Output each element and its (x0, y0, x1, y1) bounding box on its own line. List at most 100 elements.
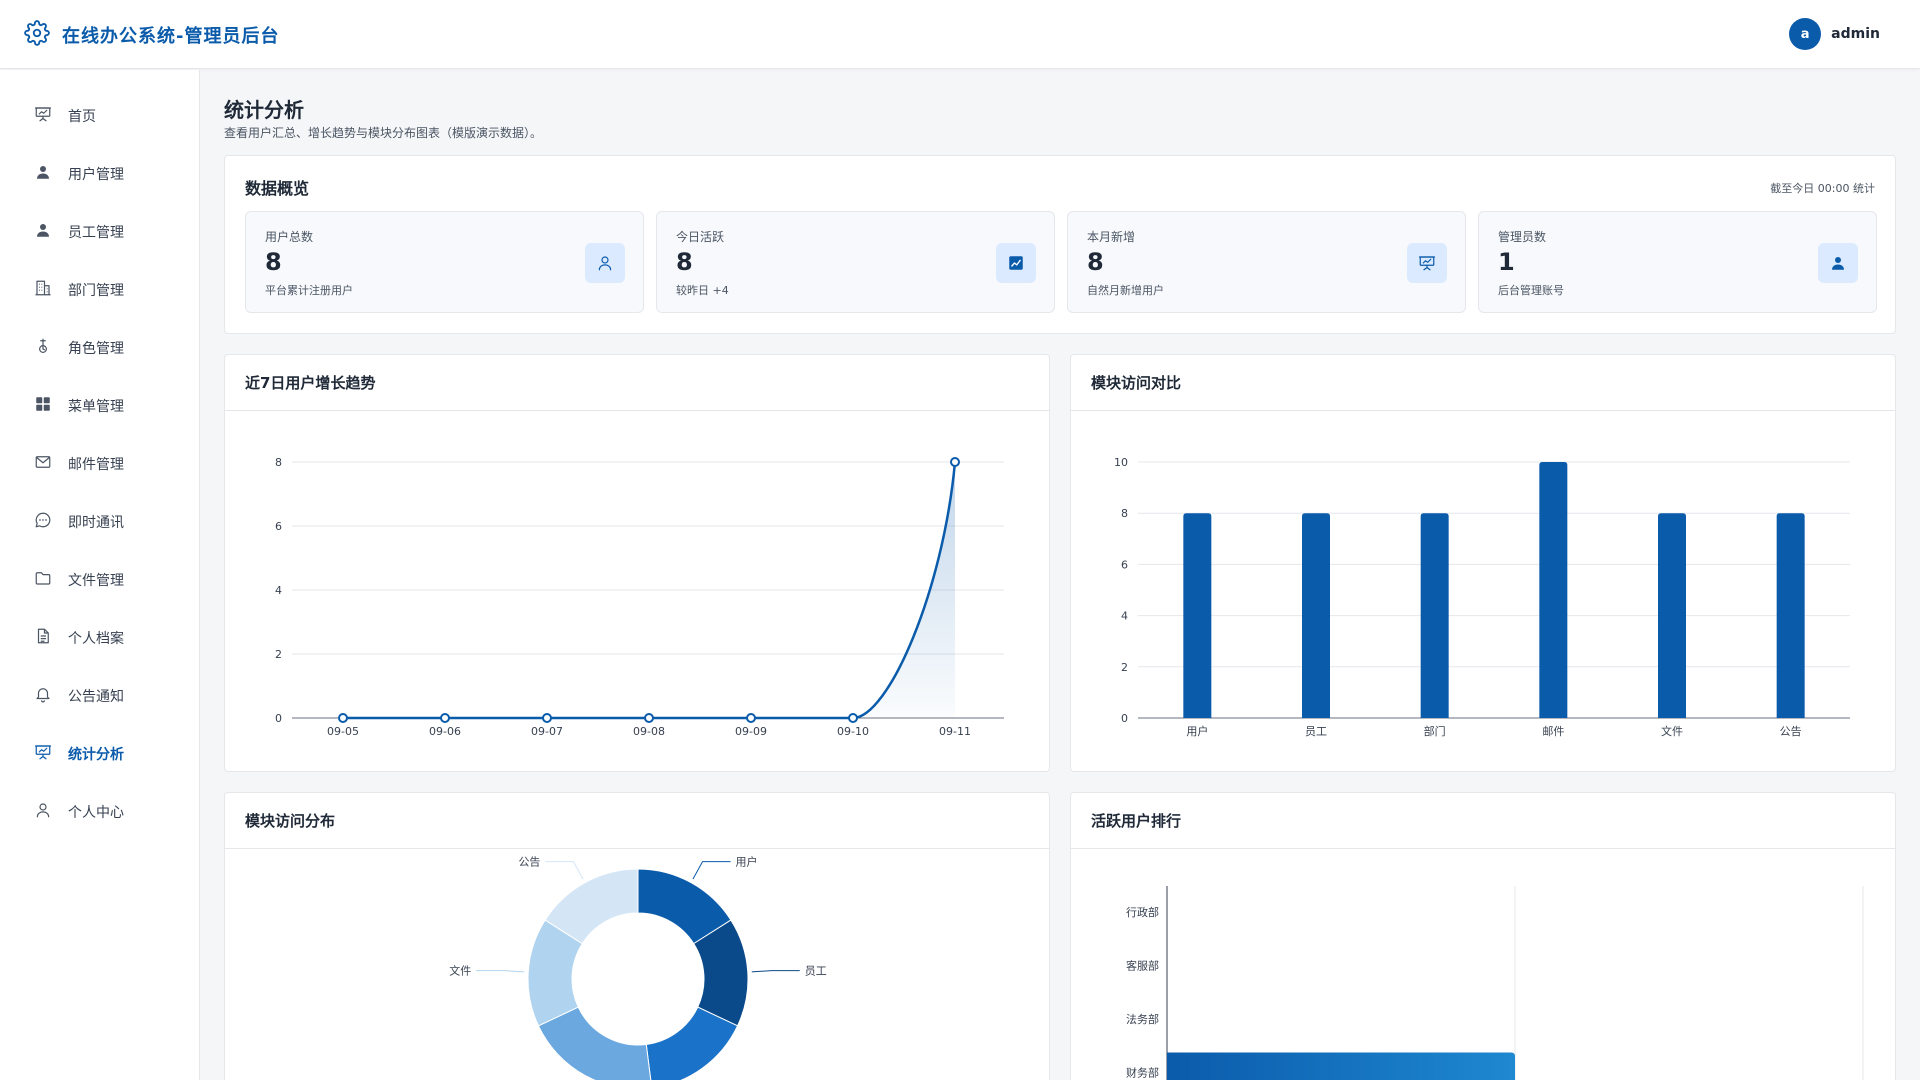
bar (1420, 513, 1449, 718)
sidebar-item[interactable]: 公告通知 (0, 667, 199, 725)
bar-chart[interactable]: 0 2 4 6 8 10 用户 员工 部门 邮件 文件 公告 (1071, 411, 1897, 773)
slice-label: 公告 (518, 856, 540, 869)
stat-desc: 自然月新增用户 (1087, 284, 1164, 297)
data-point (338, 713, 348, 723)
sidebar-item[interactable]: 部门管理 (0, 261, 199, 319)
sidebar-item-label: 用户管理 (68, 167, 124, 183)
data-point (440, 713, 450, 723)
sidebar-item-label: 个人中心 (68, 805, 124, 821)
sidebar-item[interactable]: 菜单管理 (0, 377, 199, 435)
stat-label: 用户总数 (265, 230, 314, 244)
stat-value: 8 (676, 248, 693, 276)
y-tick-label: 行政部 (1126, 905, 1159, 919)
stat-desc: 较昨日 +4 (676, 284, 729, 297)
y-tick-label: 0 (275, 712, 282, 725)
x-tick-label: 用户 (1186, 724, 1208, 738)
stat-label: 今日活跃 (676, 230, 725, 244)
stat-card[interactable]: 今日活跃 8 较昨日 +4 (656, 211, 1055, 313)
stat-card[interactable]: 管理员数 1 后台管理账号 (1478, 211, 1877, 313)
sidebar-item-label: 个人档案 (68, 631, 124, 647)
y-tick-label: 8 (275, 456, 282, 469)
donut-chart-card: 模块访问分布 用户 员工 文件 公告 (224, 792, 1050, 1080)
chart-title: 模块访问对比 (1091, 374, 1182, 392)
page-subtitle: 查看用户汇总、增长趋势与模块分布图表（模版演示数据）。 (224, 126, 543, 140)
bar (1183, 513, 1212, 718)
bell-icon (34, 685, 52, 707)
slice-label: 文件 (449, 964, 471, 978)
sidebar-item-label: 公告通知 (68, 689, 124, 705)
x-tick-label: 文件 (1661, 724, 1683, 738)
stat-value: 1 (1498, 248, 1515, 276)
x-tick-label: 09-10 (837, 725, 869, 738)
y-tick-label: 6 (275, 520, 282, 533)
x-tick-label: 员工 (1305, 725, 1327, 738)
bar (1776, 513, 1805, 718)
y-tick-label: 财务部 (1126, 1066, 1159, 1080)
x-tick-label: 邮件 (1542, 725, 1564, 738)
sidebar-item[interactable]: 个人档案 (0, 609, 199, 667)
avatar[interactable]: a (1789, 18, 1822, 50)
sidebar-item-label: 即时通讯 (68, 515, 124, 531)
sidebar-item-label: 邮件管理 (68, 457, 124, 473)
gear-icon (24, 20, 50, 50)
sidebar-item[interactable]: 个人中心 (0, 783, 199, 841)
sidebar-item-label: 文件管理 (68, 573, 124, 589)
chart-title: 活跃用户排行 (1091, 812, 1182, 830)
user-name[interactable]: admin (1831, 26, 1880, 42)
sidebar-item[interactable]: 员工管理 (0, 203, 199, 261)
y-tick-label: 4 (1121, 610, 1128, 623)
bar (1302, 513, 1330, 718)
role-icon (34, 337, 52, 359)
data-point (542, 713, 552, 723)
stat-desc: 平台累计注册用户 (265, 284, 353, 297)
sidebar-item[interactable]: 角色管理 (0, 319, 199, 377)
presentation-icon (34, 743, 52, 765)
brand[interactable]: 在线办公系统-管理员后台 (24, 20, 279, 50)
user-solid-icon (34, 221, 52, 243)
data-point (644, 713, 654, 723)
slice-label: 用户 (736, 855, 758, 869)
x-tick-label: 09-08 (633, 725, 665, 738)
line-chart[interactable]: 0 2 4 6 8 09-05 09-06 09-07 09-08 09-09 09-10 09-11 (225, 411, 1051, 773)
stat-value: 8 (1087, 248, 1104, 276)
chat-icon (34, 511, 52, 533)
stat-desc: 后台管理账号 (1498, 284, 1564, 297)
data-point (848, 713, 858, 723)
y-tick-label: 4 (275, 584, 282, 597)
sidebar-item[interactable]: 即时通讯 (0, 493, 199, 551)
rank-chart-card: 活跃用户排行 行政部 客服部 法务部 财务部 (1070, 792, 1896, 1080)
sidebar-item-label: 部门管理 (68, 283, 124, 299)
chart-title: 近7日用户增长趋势 (245, 374, 376, 392)
slice-label: 员工 (805, 965, 827, 978)
sidebar-nav: 首页用户管理员工管理部门管理角色管理菜单管理邮件管理即时通讯文件管理个人档案公告… (0, 70, 199, 841)
mail-icon (34, 453, 52, 475)
x-tick-label: 09-06 (429, 725, 461, 738)
presentation-icon (34, 105, 52, 127)
stat-label: 管理员数 (1498, 230, 1547, 244)
sidebar-item[interactable]: 统计分析 (0, 725, 199, 783)
y-tick-label: 10 (1114, 456, 1128, 469)
sidebar-item[interactable]: 邮件管理 (0, 435, 199, 493)
x-tick-label: 09-11 (939, 725, 971, 738)
sidebar-item[interactable]: 首页 (0, 87, 199, 145)
donut-chart[interactable]: 用户员工 文件 公告 (225, 849, 1051, 1080)
app-title: 在线办公系统-管理员后台 (62, 26, 280, 47)
page-title: 统计分析 (224, 98, 304, 122)
stat-card[interactable]: 用户总数 8 平台累计注册用户 (245, 211, 644, 313)
stat-card[interactable]: 本月新增 8 自然月新增用户 (1067, 211, 1466, 313)
y-tick-label: 法务部 (1126, 1012, 1159, 1026)
stat-value: 8 (265, 248, 282, 276)
trend-chart-icon (996, 243, 1036, 283)
presentation-icon (1407, 243, 1447, 283)
slice-leader-line (476, 970, 525, 973)
rank-chart[interactable]: 行政部客服部法务部财务部 (1071, 849, 1897, 1080)
sidebar-item-label: 员工管理 (68, 225, 124, 241)
sidebar-item[interactable]: 用户管理 (0, 145, 199, 203)
x-tick-label: 公告 (1780, 725, 1802, 738)
user-menu[interactable]: a admin (1789, 18, 1880, 50)
sidebar-item[interactable]: 文件管理 (0, 551, 199, 609)
sidebar-item-label: 统计分析 (68, 747, 124, 763)
bar (1658, 513, 1686, 718)
sidebar-item-label: 角色管理 (68, 341, 124, 357)
user-outline-icon (34, 801, 52, 823)
